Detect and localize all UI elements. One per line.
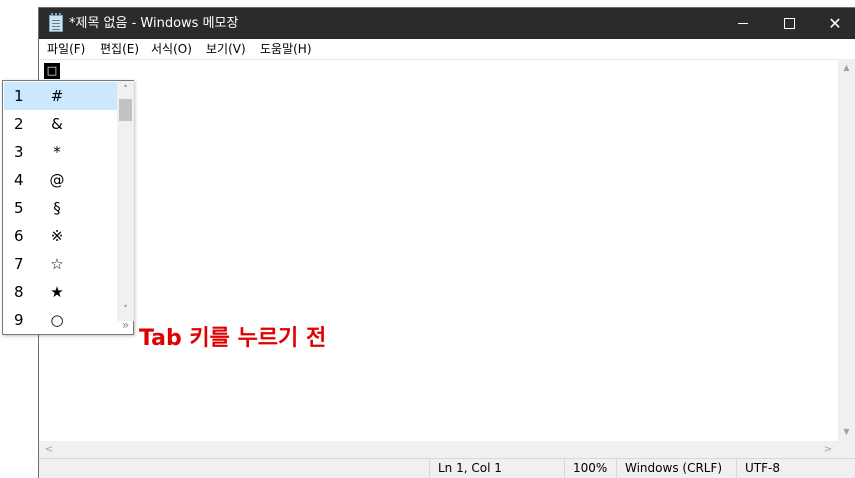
candidate-item[interactable]: 9 ○ [4,306,117,334]
close-button[interactable]: ✕ [812,8,855,39]
minimize-button[interactable] [720,8,766,39]
candidate-scroll-thumb[interactable] [119,99,132,121]
candidate-symbol: * [53,143,61,161]
candidate-number: 2 [14,115,24,133]
vertical-scrollbar[interactable]: ▲ ▼ [838,59,855,441]
scroll-left-arrow-icon[interactable]: < [42,441,56,458]
status-zoom: 100% [564,459,616,478]
candidate-item[interactable]: 4 @ [4,166,117,194]
candidate-number: 1 [14,87,24,105]
candidate-item[interactable]: 6 ※ [4,222,117,250]
maximize-icon [783,18,795,29]
candidate-symbol: ※ [50,227,64,245]
candidate-item[interactable]: 7 ☆ [4,250,117,278]
minimize-icon [738,23,748,24]
candidate-item[interactable]: 2 & [4,110,117,138]
candidate-scroll-up-icon[interactable]: ˄ [117,83,134,97]
candidate-scrollbar[interactable]: ˄ ˅ [117,81,134,321]
composing-character: □ [44,63,60,79]
horizontal-scrollbar[interactable]: < > [39,441,838,458]
candidate-item[interactable]: 3 * [4,138,117,166]
candidate-symbol: & [51,115,63,133]
scroll-up-arrow-icon[interactable]: ▲ [838,61,855,75]
candidate-item[interactable]: 8 ★ [4,278,117,306]
text-editor-area[interactable]: □ [39,59,838,442]
candidate-number: 3 [14,143,24,161]
annotation-text: Tab 키를 누르기 전 [139,326,327,351]
candidate-expand-icon[interactable]: » [117,317,134,333]
menu-help[interactable]: 도움말(H) [260,41,312,57]
candidate-item[interactable]: 5 § [4,194,117,222]
menu-bar: 파일(F) 편집(E) 서식(O) 보기(V) 도움말(H) [39,39,855,59]
menu-view[interactable]: 보기(V) [206,41,246,57]
scroll-down-arrow-icon[interactable]: ▼ [838,425,855,439]
candidate-number: 6 [14,227,24,245]
candidate-symbol: ○ [50,311,64,329]
window-title: *제목 없음 - Windows 메모장 [69,16,239,31]
candidate-number: 8 [14,283,24,301]
candidate-symbol: # [50,87,64,105]
ime-candidate-window: 1 # 2 & 3 * 4 @ 5 § 6 ※ 7 ☆ 8 ★ 9 ○ ˄ ˅ … [2,80,134,335]
candidate-symbol: ★ [50,283,64,301]
notepad-window: *제목 없음 - Windows 메모장 ✕ 파일(F) 편집(E) 서식(O)… [39,8,855,478]
candidate-number: 5 [14,199,24,217]
candidate-item[interactable]: 1 # [4,82,117,110]
status-cursor-position: Ln 1, Col 1 [429,459,564,478]
status-bar: Ln 1, Col 1 100% Windows (CRLF) UTF-8 [39,458,855,478]
candidate-symbol: ☆ [50,255,64,273]
scrollbar-corner [838,441,855,458]
title-bar[interactable]: *제목 없음 - Windows 메모장 ✕ [39,8,855,39]
candidate-symbol: @ [49,171,65,189]
status-encoding: UTF-8 [736,459,855,478]
scroll-right-arrow-icon[interactable]: > [821,441,835,458]
candidate-number: 4 [14,171,24,189]
status-line-ending: Windows (CRLF) [616,459,736,478]
notepad-icon [49,13,63,32]
menu-edit[interactable]: 편집(E) [100,41,139,57]
candidate-symbol: § [53,199,61,217]
candidate-number: 7 [14,255,24,273]
menu-file[interactable]: 파일(F) [47,41,85,57]
menu-format[interactable]: 서식(O) [151,41,192,57]
close-icon: ✕ [828,13,842,33]
maximize-button[interactable] [766,8,812,39]
candidate-scroll-down-icon[interactable]: ˅ [117,303,134,317]
candidate-number: 9 [14,311,24,329]
